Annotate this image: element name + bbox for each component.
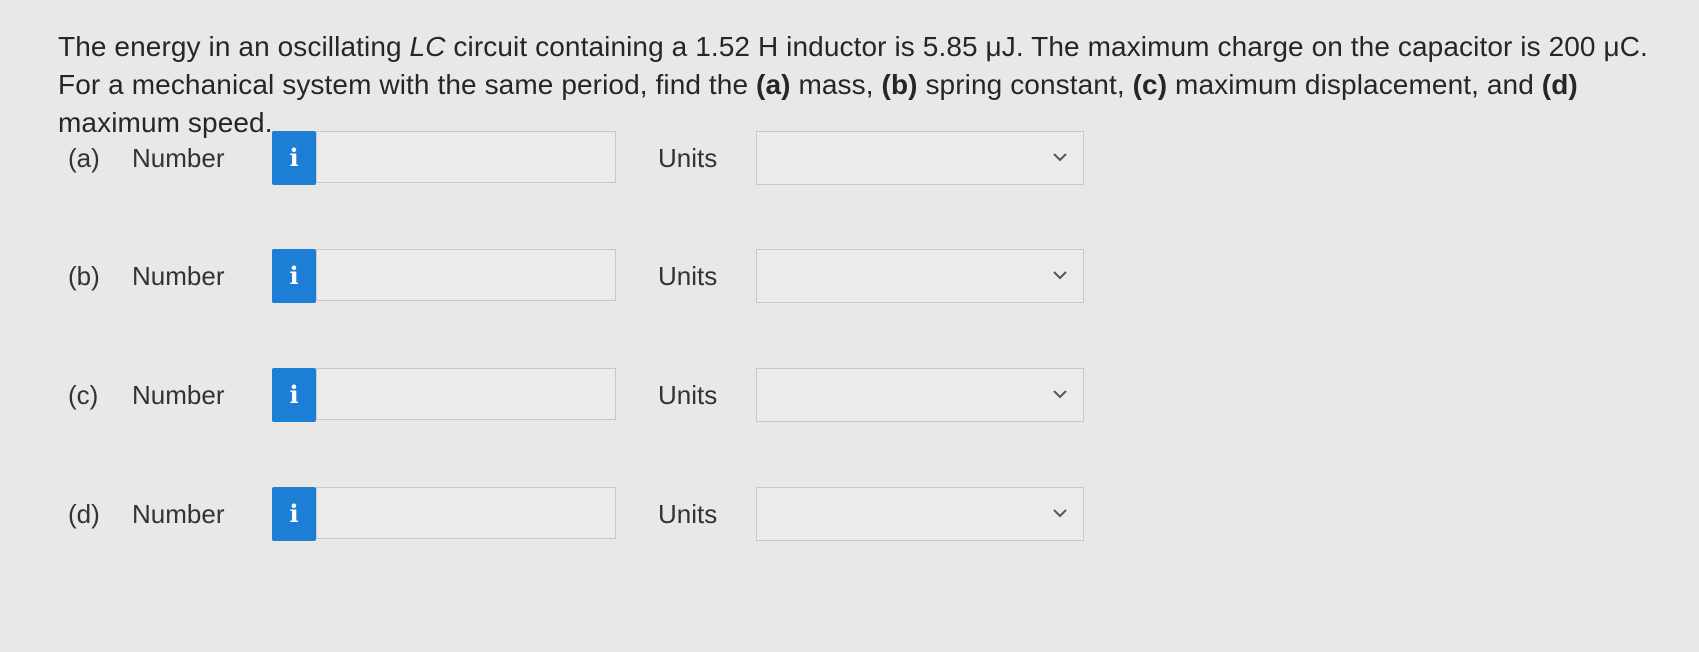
part-letter: (b) xyxy=(68,261,100,291)
chevron-down-icon xyxy=(1053,153,1067,162)
units-select[interactable] xyxy=(756,249,1084,303)
info-icon[interactable]: i xyxy=(272,249,316,303)
part-letter: (c) xyxy=(68,380,99,410)
number-input[interactable] xyxy=(316,487,616,539)
number-label: Number xyxy=(132,499,225,529)
number-label: Number xyxy=(132,380,225,410)
units-label: Units xyxy=(658,380,718,410)
info-icon[interactable]: i xyxy=(272,368,316,422)
units-select[interactable] xyxy=(756,131,1084,185)
answer-row-a: (a) Number i Units xyxy=(68,131,1168,187)
part-a-ref: (a) xyxy=(756,69,791,100)
part-d-ref: (d) xyxy=(1541,69,1578,100)
units-label: Units xyxy=(658,261,718,291)
number-label: Number xyxy=(132,261,225,291)
answer-row-d: (d) Number i Units xyxy=(68,487,1168,543)
answer-row-c: (c) Number i Units xyxy=(68,368,1168,424)
units-select[interactable] xyxy=(756,368,1084,422)
part-c-ref: (c) xyxy=(1132,69,1168,100)
question-text: The energy in an oscillating LC circuit … xyxy=(58,28,1658,142)
number-input[interactable] xyxy=(316,131,616,183)
answer-row-b: (b) Number i Units xyxy=(68,249,1168,305)
units-label: Units xyxy=(658,499,718,529)
chevron-down-icon xyxy=(1053,390,1067,399)
part-letter: (d) xyxy=(68,499,100,529)
number-input[interactable] xyxy=(316,368,616,420)
question-part: maximum displacement, and xyxy=(1167,69,1542,100)
info-icon[interactable]: i xyxy=(272,487,316,541)
lc-term: LC xyxy=(409,31,446,62)
question-part: spring constant, xyxy=(917,69,1133,100)
info-icon[interactable]: i xyxy=(272,131,316,185)
chevron-down-icon xyxy=(1053,271,1067,280)
part-letter: (a) xyxy=(68,143,100,173)
number-input[interactable] xyxy=(316,249,616,301)
units-label: Units xyxy=(658,143,718,173)
chevron-down-icon xyxy=(1053,509,1067,518)
part-b-ref: (b) xyxy=(881,69,918,100)
question-part: The energy in an oscillating xyxy=(58,31,410,62)
number-label: Number xyxy=(132,143,225,173)
units-select[interactable] xyxy=(756,487,1084,541)
question-part: mass, xyxy=(790,69,882,100)
